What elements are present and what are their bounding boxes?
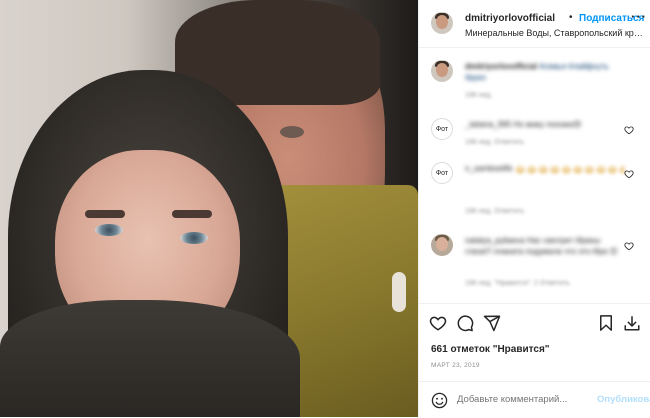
photo-girl-brow-right (172, 210, 212, 218)
photo-jacket-string (392, 272, 406, 312)
caption-meta: 196 нед. (465, 92, 493, 99)
comment-meta: 196 нед. Ответить (465, 208, 525, 215)
bookmark-icon[interactable] (597, 314, 615, 332)
photo-girl-eye-left (95, 224, 123, 236)
post-header: dmitriyorlovofficial • Подписаться ··· М… (419, 0, 650, 48)
post-container: dmitriyorlovofficial • Подписаться ··· М… (0, 0, 650, 417)
post-actions: 661 отметок "Нравится" МАРТ 23, 2019 Опу… (419, 303, 650, 417)
comment-icon[interactable] (456, 314, 474, 332)
heart-icon[interactable] (429, 314, 447, 332)
comment-like-heart-icon[interactable] (624, 169, 634, 179)
caption-item: dmitriyorlovofficial #семья #лайфхуть #р… (431, 60, 643, 100)
author-avatar[interactable] (431, 12, 453, 34)
add-comment-row: Опубликовать (419, 381, 650, 418)
post-location[interactable]: Минеральные Воды, Ставропольский край (465, 28, 643, 38)
post-date: МАРТ 23, 2019 (431, 362, 480, 369)
comment-meta: 196 нед. "Нравится": 2 Ответить (465, 280, 570, 287)
comment-item: Фот n_samboelife 😂😂😂😂😂😂😂😂😂😂😂😂😂😂 196 нед.… (431, 162, 643, 222)
share-icon[interactable] (483, 314, 501, 332)
post-sidebar: dmitriyorlovofficial • Подписаться ··· М… (418, 0, 650, 417)
add-comment-input[interactable] (457, 394, 587, 405)
author-username[interactable]: dmitriyorlovofficial (465, 13, 555, 24)
comment-item: Фот _tatiana_995 Но вижу похожа😍 196 нед… (431, 118, 643, 158)
more-options-icon[interactable]: ··· (631, 9, 647, 24)
comment-meta: 196 нед. Ответить (465, 139, 525, 146)
comment-item: natalya_pyliaeva Нас смотрит Ирины глаза… (431, 234, 643, 294)
photo-man-eye (280, 126, 304, 138)
separator-dot: • (569, 12, 573, 23)
photo-girl-brow-left (85, 210, 125, 218)
photo-girl-eye-right (180, 232, 208, 244)
commenter-avatar[interactable]: Фот (431, 162, 453, 184)
commenter-avatar[interactable] (431, 234, 453, 256)
caption-avatar[interactable] (431, 60, 453, 82)
smile-icon[interactable] (431, 392, 448, 409)
comment-like-heart-icon[interactable] (624, 241, 634, 251)
download-icon[interactable] (623, 314, 641, 332)
commenter-avatar[interactable]: Фот (431, 118, 453, 140)
comment-like-heart-icon[interactable] (624, 125, 634, 135)
comment-emoji: 😂😂😂😂😂😂😂😂😂😂😂😂😂😂 (515, 165, 625, 175)
publish-button[interactable]: Опубликовать (597, 394, 650, 405)
comment-text: _tatiana_995 Но вижу похожа😍 (465, 120, 582, 129)
comment-text: natalya_pyliaeva Нас смотрит Ирины глаза… (465, 236, 618, 256)
post-photo[interactable] (0, 0, 418, 417)
photo-girl-scarf (0, 300, 300, 417)
comments-list[interactable]: dmitriyorlovofficial #семья #лайфхуть #р… (419, 48, 650, 303)
likes-count[interactable]: 661 отметок "Нравится" (431, 344, 550, 355)
caption-text: dmitriyorlovofficial #семья #лайфхуть #р… (465, 62, 609, 82)
